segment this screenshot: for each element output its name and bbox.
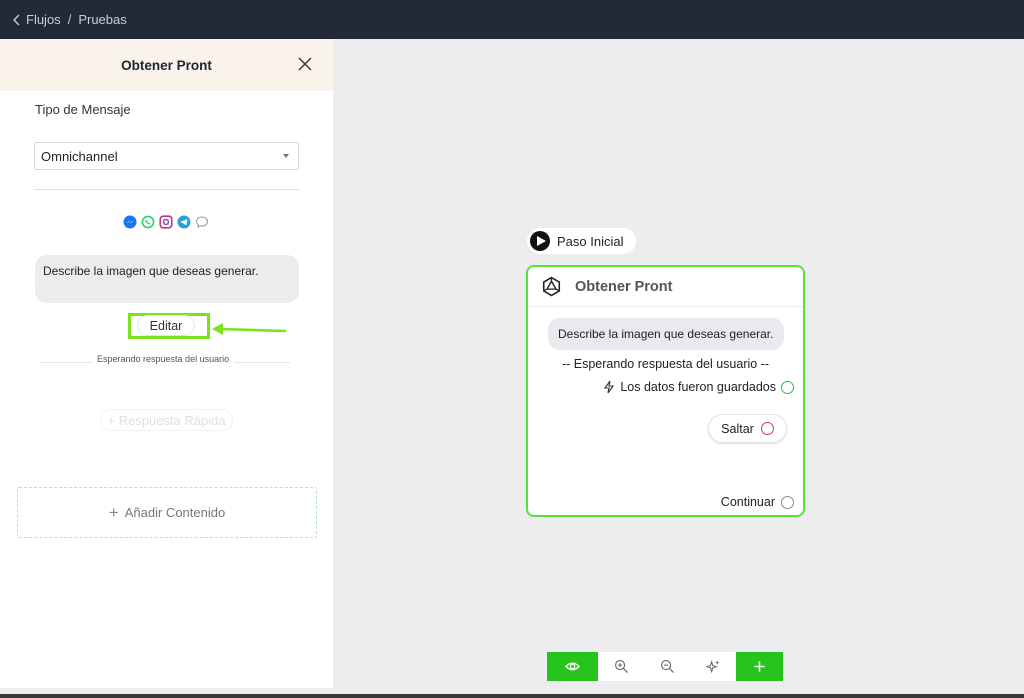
add-content-button[interactable]: + Añadir Contenido (17, 487, 317, 538)
plus-icon (754, 661, 765, 672)
chat-bubble-icon (195, 215, 209, 229)
play-icon (530, 231, 550, 251)
saved-output-port[interactable] (781, 380, 794, 394)
preview-button[interactable] (547, 652, 598, 681)
plus-icon: + (108, 502, 119, 522)
messenger-icon (123, 215, 137, 229)
message-type-label: Tipo de Mensaje (35, 102, 131, 117)
waiting-text: Esperando respuesta del usuario (92, 354, 235, 364)
panel-header: Obtener Pront (0, 39, 333, 91)
skip-button[interactable]: Saltar (708, 414, 787, 443)
close-icon[interactable] (297, 56, 313, 72)
flow-node[interactable]: Obtener Pront Describe la imagen que des… (526, 265, 805, 517)
divider (34, 189, 299, 190)
breadcrumb-separator: / (67, 12, 72, 27)
breadcrumb-current: Pruebas (78, 12, 127, 27)
skip-output-port[interactable] (760, 422, 774, 435)
eye-icon (565, 662, 580, 671)
saved-text: Los datos fueron guardados (620, 380, 776, 394)
channel-icons (123, 215, 209, 229)
edit-panel: Obtener Pront Tipo de Mensaje Omnichanne… (0, 39, 333, 688)
zoom-out-button[interactable] (644, 652, 690, 681)
telegram-icon (177, 215, 191, 229)
node-message: Describe la imagen que deseas generar. (548, 318, 784, 350)
chevron-left-icon (13, 14, 20, 25)
top-bar: Flujos / Pruebas (0, 0, 1024, 39)
sparkles-icon (705, 660, 719, 674)
auto-arrange-button[interactable] (690, 652, 736, 681)
panel-title: Obtener Pront (121, 57, 212, 73)
zoom-in-icon (614, 660, 628, 674)
quick-reply-button[interactable]: + Respuesta Rápida (100, 409, 233, 431)
continue-output: Continuar (721, 495, 794, 509)
node-title: Obtener Pront (575, 278, 673, 295)
add-content-label: Añadir Contenido (124, 505, 226, 520)
start-step-label: Paso Inicial (557, 233, 624, 249)
lightning-icon (604, 380, 615, 394)
instagram-icon (159, 215, 173, 229)
node-saved-output: Los datos fueron guardados (603, 380, 794, 394)
skip-label: Saltar (721, 421, 754, 436)
node-waiting-text: -- Esperando respuesta del usuario -- (561, 357, 770, 371)
continue-output-port[interactable] (781, 495, 794, 509)
zoom-out-icon (660, 660, 674, 674)
node-header: Obtener Pront (528, 267, 803, 307)
openai-icon (542, 276, 561, 297)
add-node-button[interactable] (736, 652, 783, 681)
canvas-toolbar (547, 652, 783, 681)
message-bubble[interactable]: Describe la imagen que deseas generar. (35, 255, 299, 303)
breadcrumb-back[interactable]: Flujos (12, 12, 61, 27)
edit-button[interactable]: Editar (137, 315, 195, 336)
message-type-value: Omnichannel (41, 148, 118, 164)
arrow-annotation-icon (212, 323, 287, 335)
bottom-edge (0, 694, 1024, 698)
message-type-select[interactable]: Omnichannel (34, 142, 299, 170)
breadcrumb-flujos[interactable]: Flujos (26, 12, 61, 27)
zoom-in-button[interactable] (598, 652, 644, 681)
continue-label: Continuar (720, 495, 775, 509)
whatsapp-icon (141, 215, 155, 229)
caret-down-icon (283, 154, 289, 158)
start-step-pill[interactable]: Paso Inicial (527, 228, 636, 254)
